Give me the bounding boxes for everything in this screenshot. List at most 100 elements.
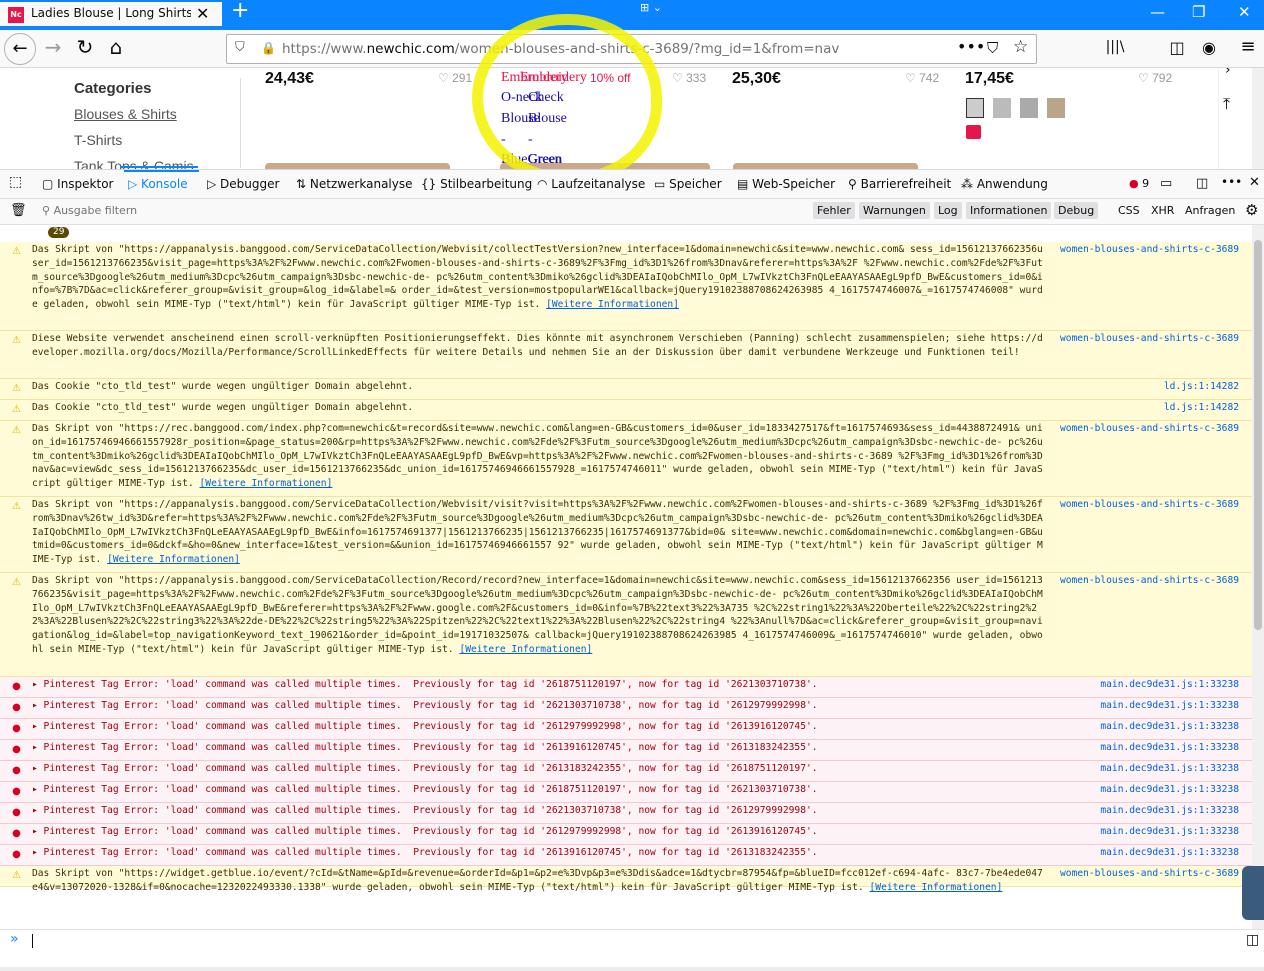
filter-info[interactable]: Informationen (966, 202, 1052, 219)
source-location-link[interactable]: women-blouses-and-shirts-c-3689 (1060, 574, 1239, 588)
gear-icon[interactable]: ⚙ (1245, 201, 1258, 219)
product-link-text[interactable]: Check (528, 90, 564, 106)
category-t-shirts[interactable]: T-Shirts (74, 132, 122, 148)
tab-console[interactable]: ▷ Konsole (128, 177, 188, 191)
console-error-message[interactable]: ● ▸ Pinterest Tag Error: 'load' command w… (0, 698, 1252, 719)
console-error-message[interactable]: ● ▸ Pinterest Tag Error: 'load' command w… (0, 719, 1252, 740)
feedback-widget[interactable] (1242, 866, 1264, 920)
learn-more-link[interactable]: [Weitere Informationen] (459, 644, 592, 655)
learn-more-link[interactable]: [Weitere Informationen] (546, 299, 679, 310)
color-swatch[interactable] (1047, 98, 1065, 118)
console-warning-message[interactable]: ⚠ Das Cookie "cto_tld_test" wurde wegen u… (0, 400, 1252, 421)
url-text[interactable]: https://www.newchic.com/women-blouses-an… (282, 41, 839, 57)
close-window-button[interactable]: ✕ (1238, 3, 1251, 21)
product-link-text[interactable]: - (528, 132, 533, 148)
maximize-button[interactable]: ❐ (1192, 3, 1205, 21)
source-location-link[interactable]: ld.js:1:14282 (1164, 380, 1239, 394)
console-warning-message[interactable]: ⚠ Das Skript von "https://widget.getblue.… (0, 866, 1252, 893)
menu-icon[interactable]: ≡ (1233, 36, 1263, 57)
color-swatch[interactable] (993, 98, 1011, 118)
chevron-icon[interactable]: › (1225, 68, 1231, 78)
color-swatch[interactable] (966, 98, 984, 118)
source-location-link[interactable]: main.dec9de31.js:1:33238 (1100, 699, 1239, 713)
bookmark-star-icon[interactable]: ☆ (1013, 37, 1028, 57)
filter-debug[interactable]: Debug (1054, 202, 1099, 219)
product-likes[interactable]: ♡ 792 (1138, 71, 1172, 85)
filter-errors[interactable]: Fehler (813, 202, 855, 219)
console-warning-message[interactable]: ⚠ Das Skript von "https://appanalysis.ban… (0, 573, 1252, 677)
console-warning-message[interactable]: ⚠ Diese Website verwendet anscheinend ein… (0, 331, 1252, 379)
tab-network[interactable]: ⇅ Netzwerkanalyse (296, 177, 413, 191)
category-blouses-shirts[interactable]: Blouses & Shirts (74, 106, 177, 122)
filter-css[interactable]: CSS (1114, 202, 1144, 219)
color-swatch[interactable] (1020, 98, 1038, 118)
tab-overflow-icon[interactable]: ⊞ ⌄ (640, 1, 684, 15)
learn-more-link[interactable]: [Weitere Informationen] (200, 478, 333, 489)
source-location-link[interactable]: women-blouses-and-shirts-c-3689 (1060, 422, 1239, 436)
source-location-link[interactable]: main.dec9de31.js:1:33238 (1100, 825, 1239, 839)
tab-close-icon[interactable]: ✕ (196, 4, 209, 23)
console-input[interactable]: » ◫ (0, 929, 1264, 971)
console-error-message[interactable]: ● ▸ Pinterest Tag Error: 'load' command w… (0, 782, 1252, 803)
close-devtools-icon[interactable]: ✕ (1249, 175, 1260, 190)
product-likes[interactable]: ♡ 333 (672, 71, 706, 85)
pocket-icon[interactable]: ⛉ (987, 39, 998, 57)
product-name-overlap[interactable]: Embroidery (520, 70, 587, 86)
console-error-message[interactable]: ● ▸ Pinterest Tag Error: 'load' command w… (0, 824, 1252, 845)
product-link-text[interactable]: - (501, 132, 506, 148)
tab-inspector[interactable]: ▢ Inspektor (42, 177, 113, 191)
source-location-link[interactable]: main.dec9de31.js:1:33238 (1100, 720, 1239, 734)
source-location-link[interactable]: main.dec9de31.js:1:33238 (1100, 804, 1239, 818)
tracking-shield-icon[interactable]: ⛉ (235, 40, 245, 55)
more-options-icon[interactable]: ••• (1221, 175, 1242, 189)
tab-memory[interactable]: ▭ Speicher (654, 177, 722, 191)
console-error-message[interactable]: ● ▸ Pinterest Tag Error: 'load' command w… (0, 761, 1252, 782)
account-icon[interactable]: ◉ (1194, 38, 1224, 57)
console-warning-message[interactable]: ⚠ Das Cookie "cto_tld_test" wurde wegen u… (0, 379, 1252, 400)
filter-requests[interactable]: Anfragen (1181, 202, 1239, 219)
tab-accessibility[interactable]: ⚲ Barrierefreiheit (848, 177, 951, 191)
source-location-link[interactable]: main.dec9de31.js:1:33238 (1100, 762, 1239, 776)
page-actions-button[interactable]: ••• (957, 37, 985, 56)
console-error-message[interactable]: ● ▸ Pinterest Tag Error: 'load' command w… (0, 740, 1252, 761)
new-tab-button[interactable]: + (231, 0, 249, 23)
home-button[interactable]: ⌂ (101, 35, 131, 59)
tab-storage[interactable]: ▤ Web-Speicher (737, 177, 835, 191)
console-warning-message[interactable]: ⚠ Das Skript von "https://rec.banggood.co… (0, 421, 1252, 497)
reload-button[interactable]: ↻ (70, 35, 100, 59)
learn-more-link[interactable]: [Weitere Informationen] (870, 882, 1003, 893)
back-button[interactable]: ← (4, 33, 36, 65)
tab-style-editor[interactable]: {} Stilbearbeitung (421, 177, 532, 191)
tab-application[interactable]: ⁂ Anwendung (961, 177, 1048, 191)
url-bar[interactable]: ⛉ 🔒 https://www.newchic.com/women-blouse… (226, 34, 1037, 64)
product-likes[interactable]: ♡ 742 (905, 71, 939, 85)
source-location-link[interactable]: main.dec9de31.js:1:33238 (1100, 741, 1239, 755)
filter-warnings[interactable]: Warnungen (859, 202, 930, 219)
console-error-message[interactable]: ● ▸ Pinterest Tag Error: 'load' command w… (0, 845, 1252, 866)
editor-mode-icon[interactable]: ◫ (1246, 932, 1259, 948)
source-location-link[interactable]: main.dec9de31.js:1:33238 (1100, 846, 1239, 860)
console-warning-message[interactable]: ⚠ Das Skript von "https://appanalysis.ban… (0, 242, 1252, 331)
source-location-link[interactable]: main.dec9de31.js:1:33238 (1100, 678, 1239, 692)
source-location-link[interactable]: women-blouses-and-shirts-c-3689 (1060, 867, 1239, 881)
clear-console-icon[interactable]: 🗑 (10, 203, 27, 218)
source-location-link[interactable]: women-blouses-and-shirts-c-3689 (1060, 243, 1239, 257)
source-location-link[interactable]: ld.js:1:14282 (1164, 401, 1239, 415)
library-icon[interactable]: |||\ (1100, 39, 1130, 55)
tab-debugger[interactable]: ▷ Debugger (207, 177, 279, 191)
browser-tab[interactable]: Nc Ladies Blouse | Long Shirts For ✕ (0, 0, 222, 26)
product-link-text[interactable]: Blouse (528, 111, 567, 127)
filter-log[interactable]: Log (934, 202, 962, 219)
console-error-message[interactable]: ● ▸ Pinterest Tag Error: 'load' command w… (0, 803, 1252, 824)
element-picker-icon[interactable]: ⬚ (9, 174, 22, 190)
filter-input[interactable]: ⚲ Ausgabe filtern (42, 204, 137, 217)
product-likes[interactable]: ♡ 291 (438, 71, 472, 85)
forward-button[interactable]: → (38, 35, 68, 59)
source-location-link[interactable]: main.dec9de31.js:1:33238 (1100, 783, 1239, 797)
source-location-link[interactable]: women-blouses-and-shirts-c-3689 (1060, 332, 1239, 346)
learn-more-link[interactable]: [Weitere Informationen] (107, 554, 240, 565)
lock-icon[interactable]: 🔒 (261, 41, 276, 55)
sidebar-icon[interactable]: ◫ (1162, 38, 1192, 57)
page-scrollbar[interactable] (1252, 68, 1264, 169)
error-count-badge[interactable]: ● 9 (1129, 177, 1149, 190)
